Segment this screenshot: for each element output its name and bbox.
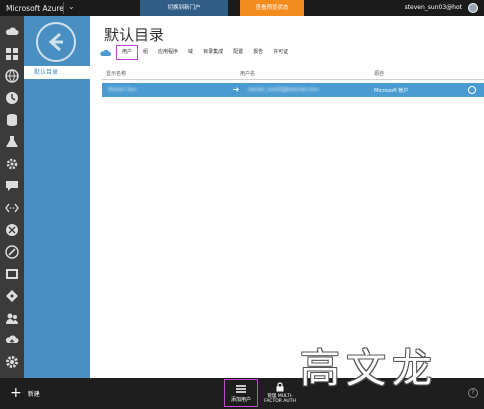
new-button[interactable]: + 新建 [10,385,40,401]
table-row[interactable]: Steven Sun ➜ steven_sun03@hotmail.com Mi… [102,83,484,97]
cell-source: Microsoft 帐户 [374,88,409,94]
brand-title[interactable]: Microsoft Azure [6,4,64,13]
avatar[interactable] [468,3,478,13]
code-icon[interactable] [4,200,20,216]
tab-licenses[interactable]: 许可证 [268,46,293,59]
tab-directory-integration[interactable]: 目录集成 [198,46,228,59]
link-icon[interactable] [4,244,20,260]
back-button[interactable] [36,22,76,62]
help-icon[interactable]: ? [468,388,478,398]
tab-bar: 用户 组 应用程序 域 目录集成 配置 报告 许可证 [100,45,293,60]
chat-icon[interactable] [4,178,20,194]
preview-link[interactable]: 查看预览状态 [240,0,304,16]
cell-user-name: steven_sun03@hotmail.com [248,87,319,93]
users-table: 显示名称 用户名 源自 Steven Sun ➜ steven_sun03@ho… [102,66,484,97]
page-title: 默认目录 [104,26,165,44]
new-label: 新建 [27,390,40,398]
globe-icon[interactable] [4,68,20,84]
row-select-checkbox[interactable] [468,86,476,94]
topbar-divider [63,2,64,14]
arrow-left-icon [48,32,63,52]
chevron-down-icon[interactable]: ⌄ [68,2,75,11]
tab-users[interactable]: 用户 [116,45,139,60]
user-name[interactable]: steven_sun03@hot [405,4,462,11]
column-source[interactable]: 源自 [374,70,384,77]
azure-portal: Microsoft Azure ⌄ 切换到新门户 查看预览状态 steven_s… [0,0,484,409]
add-user-button[interactable]: 添加用户 [224,379,258,407]
service-rail [0,16,24,378]
hdinsight-icon[interactable] [4,222,20,238]
table-header: 显示名称 用户名 源自 [102,66,484,80]
nav-item-default-directory[interactable]: 默认目录 [24,66,90,79]
column-display-name[interactable]: 显示名称 [106,70,126,77]
media-icon[interactable] [4,266,20,282]
manage-mfa-button[interactable]: 管理 MULTI- FACTOR AUTH [260,380,300,404]
directory-nav: 默认目录 [24,16,90,378]
add-user-label: 添加用户 [230,397,251,403]
tab-domains[interactable]: 域 [183,46,198,59]
tab-reports[interactable]: 报告 [248,46,268,59]
clock-icon[interactable] [4,90,20,106]
plus-icon: + [10,385,22,401]
new-portal-link[interactable]: 切换到新门户 [140,0,228,16]
flow-icon[interactable] [4,288,20,304]
tab-groups[interactable]: 组 [138,46,153,59]
tab-applications[interactable]: 应用程序 [153,46,183,59]
people-icon[interactable] [4,310,20,326]
top-bar: Microsoft Azure ⌄ 切换到新门户 查看预览状态 steven_s… [0,0,484,16]
cloud-icon[interactable] [4,24,20,40]
cell-display-name: Steven Sun [108,87,137,93]
directory-cloud-icon [100,49,111,56]
list-icon [236,385,246,393]
arrow-right-icon[interactable]: ➜ [230,83,242,97]
main-content: 默认目录 用户 组 应用程序 域 目录集成 配置 报告 许可证 显示名称 用户名… [90,16,484,378]
tab-configure[interactable]: 配置 [228,46,248,59]
database-icon[interactable] [4,112,20,128]
cloud-upload-icon[interactable] [4,332,20,348]
settings-icon[interactable] [4,354,20,370]
grid-icon[interactable] [4,46,20,62]
mfa-label-line2: FACTOR AUTH [264,399,296,404]
lock-icon [276,382,284,392]
watermark: 高文龙 [300,346,438,392]
column-user-name[interactable]: 用户名 [240,70,255,77]
flask-icon[interactable] [4,134,20,150]
gear-network-icon[interactable] [4,156,20,172]
